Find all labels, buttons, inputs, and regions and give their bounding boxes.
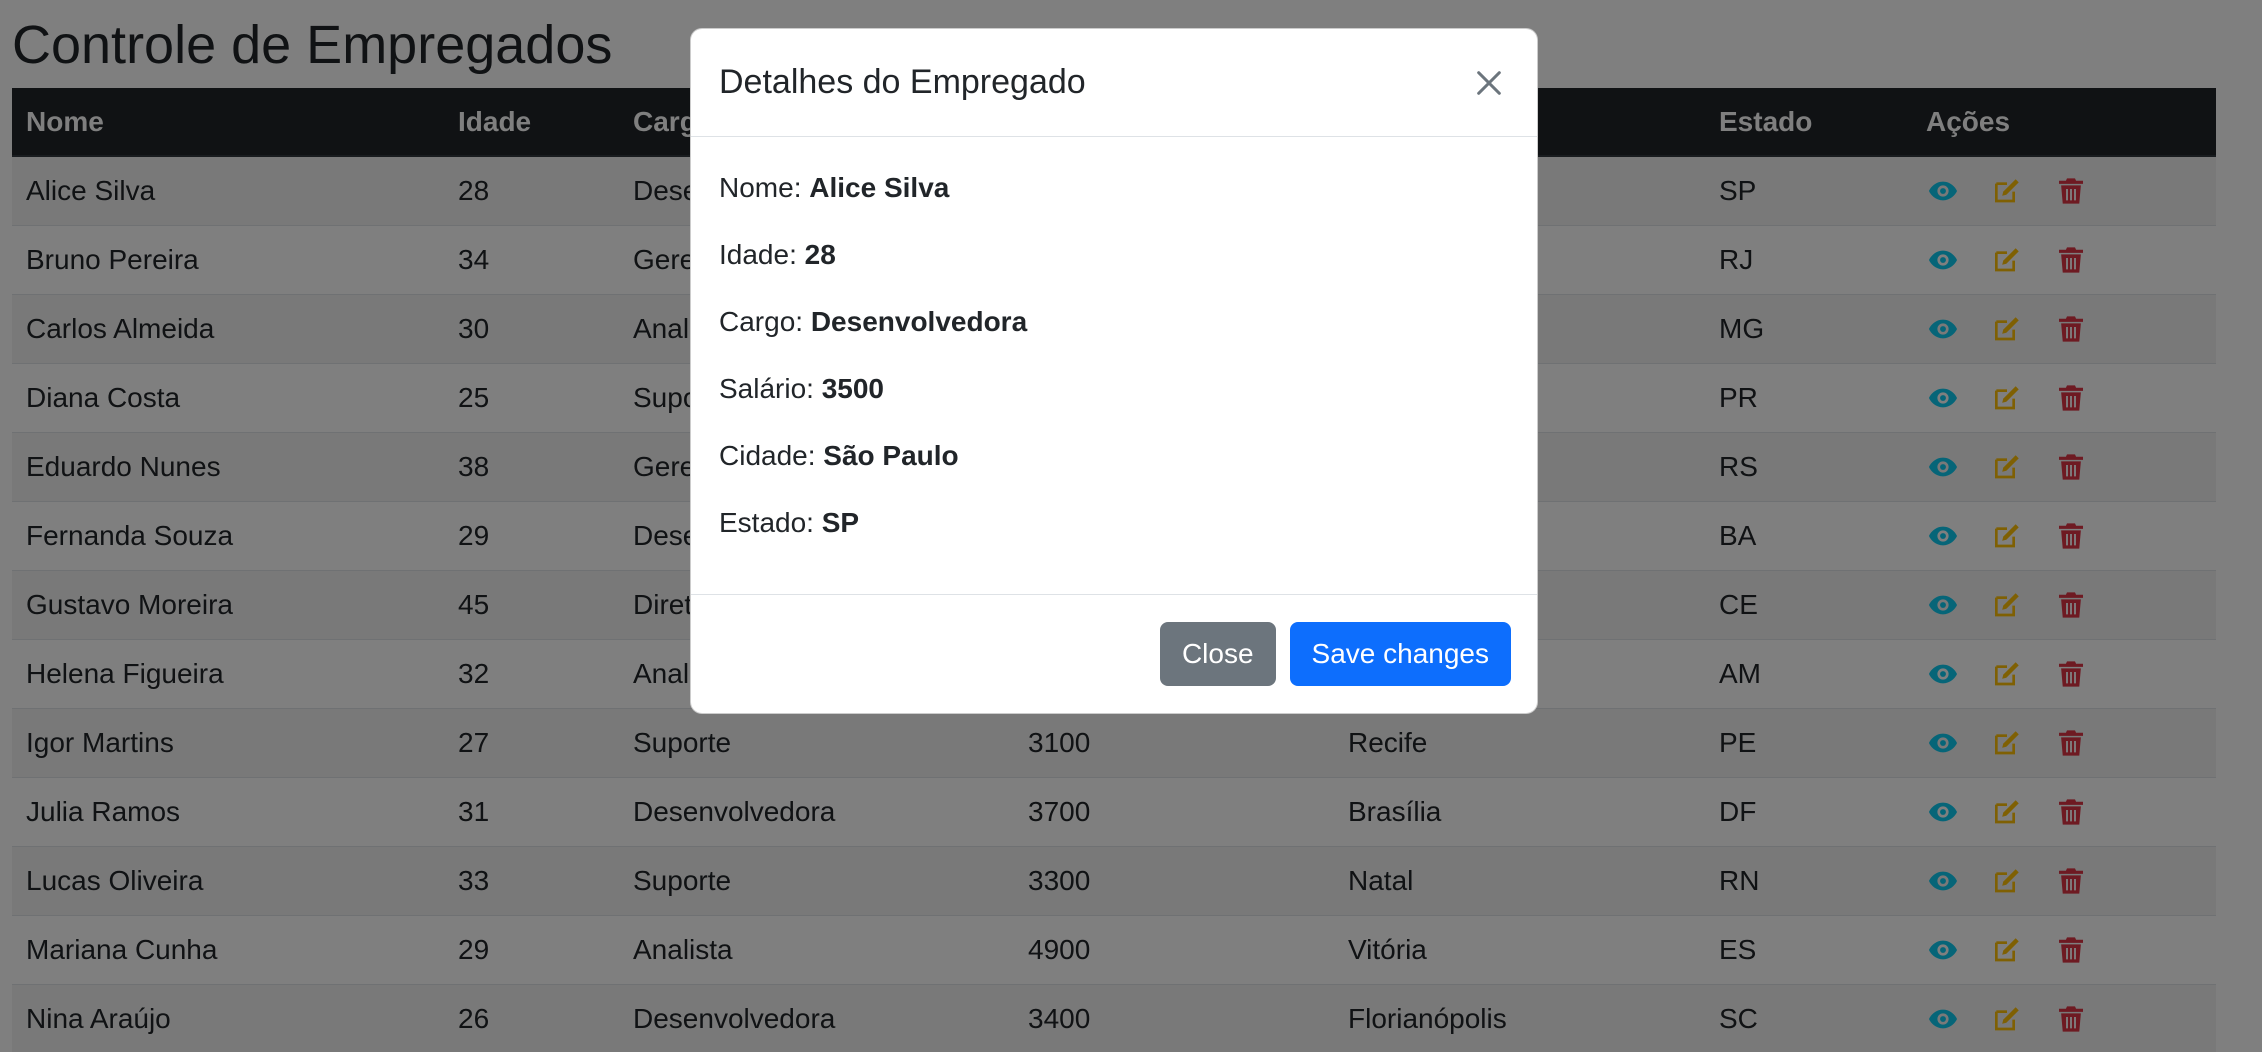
modal-header: Detalhes do Empregado (691, 29, 1537, 137)
detail-value: SP (821, 507, 860, 538)
detail-field: Idade: 28 (719, 238, 1509, 272)
modal-footer: Close Save changes (691, 595, 1537, 713)
save-changes-button[interactable]: Save changes (1289, 622, 1511, 686)
detail-value: 28 (804, 239, 836, 270)
detail-value: Alice Silva (809, 172, 950, 203)
detail-label: Nome: (719, 172, 802, 203)
detail-value: 3500 (821, 373, 885, 404)
detail-label: Salário: (719, 373, 814, 404)
detail-label: Cidade: (719, 440, 816, 471)
modal-title: Detalhes do Empregado (719, 63, 1086, 101)
detail-label: Cargo: (719, 306, 804, 337)
detail-field: Nome: Alice Silva (719, 171, 1509, 205)
detail-field: Cidade: São Paulo (719, 439, 1509, 473)
detail-field: Estado: SP (719, 506, 1509, 540)
detail-label: Estado: (719, 507, 814, 538)
detail-value: São Paulo (823, 440, 959, 471)
detail-field: Salário: 3500 (719, 372, 1509, 406)
close-icon[interactable] (1465, 59, 1513, 107)
employee-details-modal: Detalhes do Empregado Nome: Alice Silva I… (690, 28, 1538, 714)
detail-label: Idade: (719, 239, 797, 270)
detail-value: Desenvolvedora (810, 306, 1028, 337)
detail-field: Cargo: Desenvolvedora (719, 305, 1509, 339)
close-button[interactable]: Close (1159, 622, 1276, 686)
modal-body: Nome: Alice Silva Idade: 28 Cargo: Desenvo… (691, 137, 1537, 595)
